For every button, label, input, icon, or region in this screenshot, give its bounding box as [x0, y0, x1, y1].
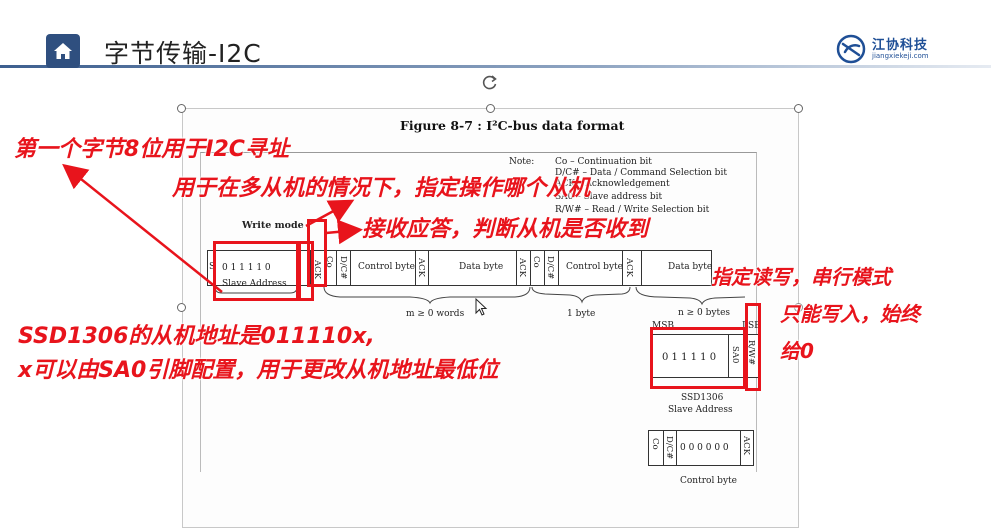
ack-4: ACK	[624, 258, 634, 277]
annotation-ack: 接收应答，判断从机是否收到	[362, 217, 649, 242]
resize-handle-tl[interactable]	[177, 104, 186, 113]
annotation-rw: 指定读写，串行模式	[711, 265, 891, 289]
highlight-detail-address	[650, 327, 746, 389]
logo-mark-icon	[836, 34, 866, 64]
note-co: Co – Continuation bit	[555, 157, 652, 167]
resize-handle-ml[interactable]	[177, 303, 186, 312]
dc-2: D/C#	[545, 256, 555, 280]
brand-logo: 江协科技 jiangxiekeji.com	[834, 32, 944, 68]
co-bit: Co	[650, 438, 660, 450]
highlight-detail-rw	[745, 303, 761, 391]
resize-handle-tr[interactable]	[794, 104, 803, 113]
control-byte-bits: 0 0 0 0 0 0	[680, 443, 729, 453]
rotate-icon[interactable]	[480, 73, 500, 93]
logo-name: 江协科技	[872, 38, 929, 53]
n-bytes-label: n ≥ 0 bytes	[678, 308, 731, 318]
note-label: Note:	[509, 157, 535, 167]
move-cursor-icon	[475, 297, 488, 316]
slide-title: 字节传输-I2C	[104, 39, 262, 68]
ack-3: ACK	[517, 258, 527, 277]
slide-header: 字节传输-I2C 江协科技 jiangxiekeji.com	[0, 22, 991, 74]
annotation-first-byte: 第一个字节8位用于I2C寻址	[14, 137, 289, 162]
chip-slave-address: Slave Address	[668, 405, 733, 415]
annotation-rw-line3: 给0	[780, 339, 814, 363]
data-byte-2: Data byte	[668, 262, 713, 272]
annotation-multi-slave: 用于在多从机的情况下，指定操作哪个从机	[172, 176, 591, 201]
control-byte-1: Control byte	[358, 262, 415, 272]
annotation-rw-line2: 只能写入，始终	[780, 302, 920, 326]
chip-name: SSD1306	[681, 393, 724, 403]
resize-handle-tm[interactable]	[486, 104, 495, 113]
annotation-address-line1: SSD1306的从机地址是011110x,	[18, 324, 375, 349]
co-2: Co	[531, 256, 541, 268]
data-byte-1: Data byte	[459, 262, 504, 272]
dc-bit: D/C#	[664, 436, 674, 460]
one-byte-label: 1 byte	[567, 309, 596, 319]
highlight-ack-bit	[307, 219, 327, 287]
dc-1: D/C#	[338, 256, 348, 280]
highlight-address-bits	[213, 241, 299, 301]
annotation-address-line2: x可以由SA0引脚配置，用于更改从机地址最低位	[18, 358, 499, 383]
m-words-label: m ≥ 0 words	[406, 309, 465, 319]
figure-title: Figure 8-7 : I²C-bus data format	[400, 118, 625, 133]
ack-2: ACK	[416, 258, 426, 277]
control-byte-2: Control byte	[566, 262, 623, 272]
logo-url: jiangxiekeji.com	[872, 52, 929, 60]
control-byte-detail-label: Control byte	[680, 476, 737, 486]
home-icon	[54, 43, 72, 59]
home-button[interactable]	[46, 34, 80, 68]
write-mode-label: Write mode	[242, 220, 304, 231]
ack-detail: ACK	[741, 436, 751, 455]
